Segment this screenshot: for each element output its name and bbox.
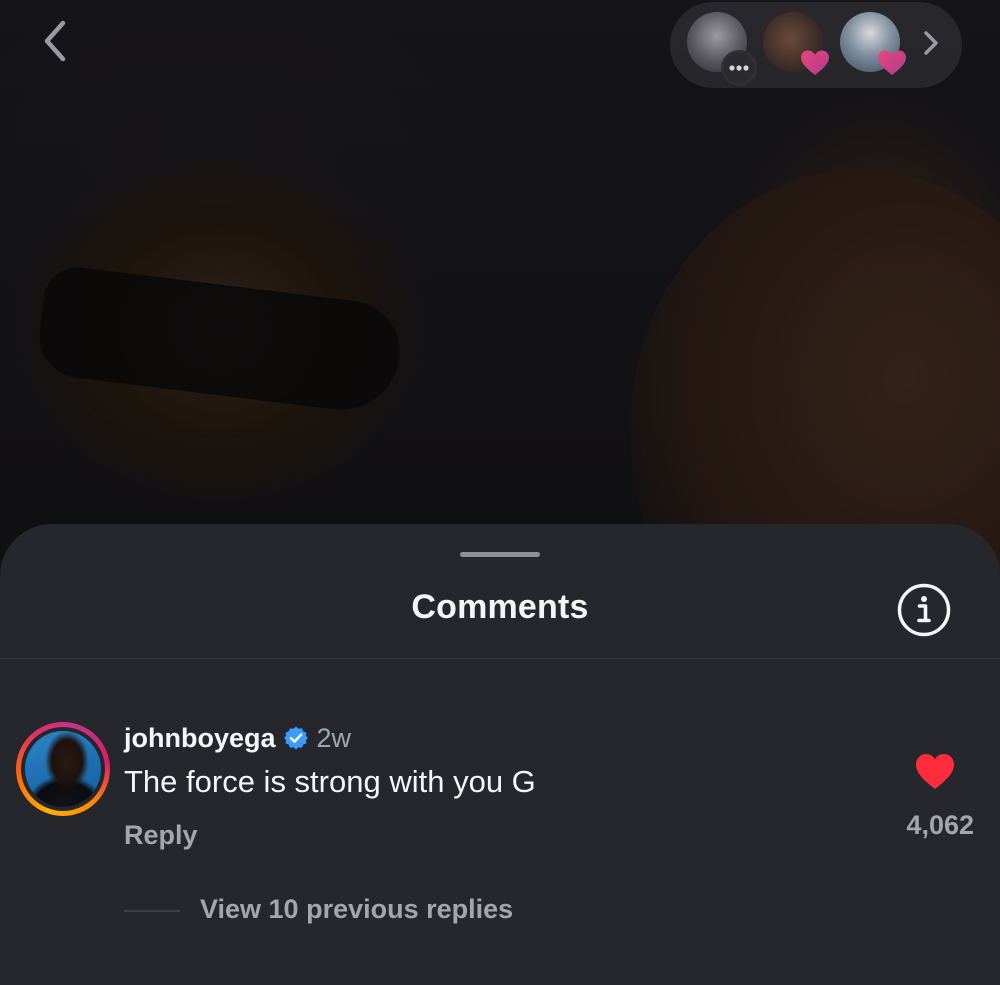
- chat-bubble-icon: [721, 50, 757, 86]
- sheet-title: Comments: [411, 588, 589, 626]
- comment-header: johnboyega 2w: [124, 720, 351, 756]
- comment-timestamp: 2w: [316, 722, 352, 753]
- view-replies-button[interactable]: View 10 previous replies: [200, 894, 513, 925]
- like-button[interactable]: [914, 752, 956, 792]
- replies-divider-line: [124, 910, 180, 912]
- screen: Comments johnboyega 2w The force is stro…: [0, 0, 1000, 985]
- heart-icon: [877, 48, 907, 78]
- like-count: 4,062: [906, 810, 974, 840]
- reply-button[interactable]: Reply: [124, 820, 198, 851]
- story-next-button[interactable]: [918, 28, 944, 58]
- info-button[interactable]: [896, 582, 952, 638]
- comment-text: The force is strong with you G: [124, 764, 536, 799]
- avatar[interactable]: [16, 722, 110, 816]
- back-button[interactable]: [30, 16, 80, 66]
- heart-icon: [916, 754, 954, 789]
- header-divider: [0, 658, 1000, 659]
- comment-username[interactable]: johnboyega: [124, 723, 276, 754]
- avatar-image: [25, 731, 101, 807]
- info-icon: [897, 583, 951, 637]
- chevron-right-icon: [924, 31, 938, 55]
- sheet-grabber[interactable]: [460, 552, 540, 557]
- chevron-left-icon: [44, 20, 66, 62]
- comments-sheet: Comments johnboyega 2w The force is stro…: [0, 524, 1000, 985]
- verified-badge-icon: [283, 725, 309, 751]
- heart-icon: [800, 48, 830, 78]
- story-tray[interactable]: [670, 2, 962, 88]
